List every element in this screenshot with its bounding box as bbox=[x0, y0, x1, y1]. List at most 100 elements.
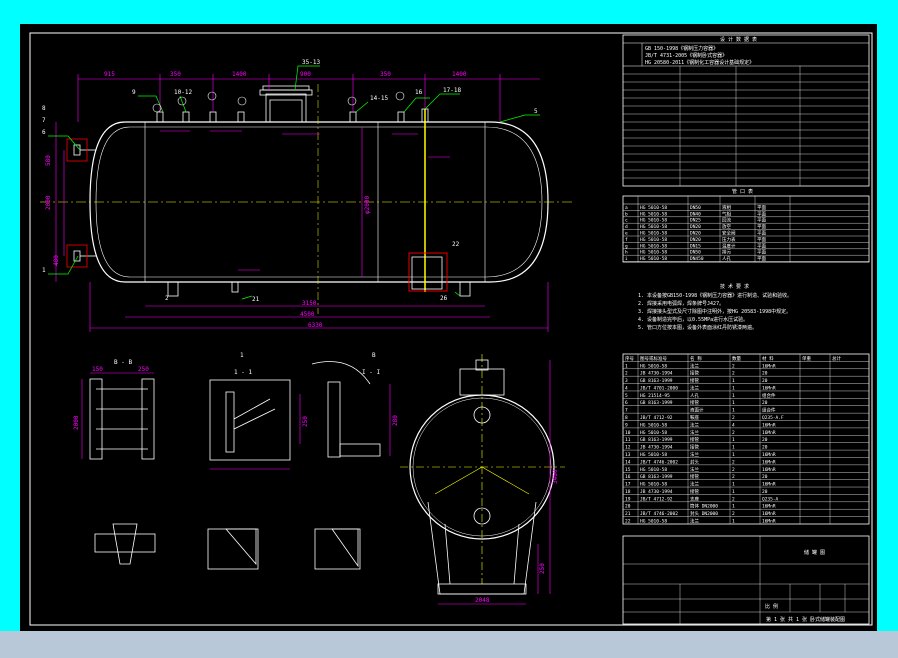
parts-cell: Q235-A.F bbox=[762, 415, 784, 421]
parts-header-cell: 图号或标准号 bbox=[640, 355, 667, 362]
nozzle-cell: DN50 bbox=[690, 205, 701, 211]
technical-notes: 技 术 要 求 1. 本设备按GB150-1998《钢制压力容器》进行制造、试验… bbox=[638, 283, 792, 331]
nozzle-label-left: 10-12 bbox=[174, 89, 192, 96]
drawing-name: 卧式储罐装配图 bbox=[810, 616, 845, 623]
nozzle-label-right: 17-18 bbox=[443, 87, 461, 94]
parts-cell: 1 bbox=[732, 385, 735, 391]
nozzle-cell: HG 5010-58 bbox=[640, 256, 667, 262]
parts-cell: 1 bbox=[732, 378, 735, 384]
parts-cell: 16MnR bbox=[762, 459, 776, 465]
parts-cell: 接管 bbox=[690, 399, 699, 406]
parts-list: 序号 图号或标准号名 称数量材 料单重 总计1 HG 5010-58 法兰 2 16MnR2… bbox=[622, 353, 870, 525]
parts-cell: 法兰 bbox=[690, 481, 699, 488]
parts-cell: 7 bbox=[625, 408, 628, 414]
end-view: 3460 2048 250 bbox=[400, 354, 565, 605]
nozzle-cell: 放空 bbox=[722, 223, 731, 230]
parts-cell: HG 5010-58 bbox=[640, 363, 667, 369]
nozzle-cell: f bbox=[625, 237, 628, 243]
mark-2: 2 bbox=[165, 295, 169, 302]
parts-cell: 1 bbox=[732, 445, 735, 451]
parts-cell: 20 bbox=[762, 371, 768, 377]
scale-label: 比 例 bbox=[765, 603, 778, 610]
nozzle-cell: HG 5010-58 bbox=[640, 237, 667, 243]
parts-cell: 16MnR bbox=[762, 519, 776, 525]
parts-cell: JB 4730-1994 bbox=[640, 489, 673, 495]
detail-b-mark: B bbox=[372, 352, 376, 359]
dim-top-5: 1400 bbox=[452, 71, 467, 78]
mark-8: 8 bbox=[42, 105, 46, 112]
parts-cell: 4 bbox=[625, 385, 628, 391]
parts-cell: JB/T 4712-92 bbox=[640, 496, 673, 502]
nozzle-cell: 安全阀 bbox=[722, 230, 736, 237]
cad-canvas[interactable]: 915 350 1400 900 350 1400 3150 4500 6330… bbox=[20, 24, 877, 631]
parts-cell: 接管 bbox=[690, 488, 699, 495]
parts-cell: 2 bbox=[732, 496, 735, 502]
nozzle-cell: HG 5010-58 bbox=[640, 205, 667, 211]
parts-cell: HG 5010-58 bbox=[640, 452, 667, 458]
parts-cell: JB/T 4746-2002 bbox=[640, 459, 678, 465]
parts-cell: HG 5010-58 bbox=[640, 467, 667, 473]
notes-title: 技 术 要 求 bbox=[720, 283, 749, 290]
nozzle-cell: g bbox=[625, 244, 628, 249]
parts-cell: 1 bbox=[732, 489, 735, 495]
company-name: 储 罐 图 bbox=[804, 549, 825, 556]
parts-cell: 组合件 bbox=[762, 392, 776, 399]
parts-cell: 2 bbox=[732, 511, 735, 517]
dim-overall-3: 6330 bbox=[308, 322, 323, 329]
parts-cell: 6 bbox=[625, 400, 628, 406]
design-data-header: 设 计 数 据 表 bbox=[720, 36, 757, 43]
dim-detail-b-h: 250 bbox=[302, 416, 309, 427]
nozzle-cell: 回流 bbox=[722, 217, 731, 224]
nozzle-cell: 排污 bbox=[722, 249, 731, 256]
parts-cell: Q235-A bbox=[762, 496, 779, 502]
mark-22: 22 bbox=[452, 241, 460, 248]
parts-cell: 封头 bbox=[690, 458, 699, 465]
dim-top-0: 915 bbox=[104, 71, 115, 78]
parts-header-cell: 名 称 bbox=[690, 355, 702, 362]
parts-cell: 2 bbox=[732, 459, 735, 465]
parts-header-cell: 数量 bbox=[732, 355, 741, 362]
dim-vertical-inner: φ2000 bbox=[364, 196, 371, 214]
parts-cell: 9 bbox=[625, 422, 628, 428]
parts-cell: 1 bbox=[732, 408, 735, 414]
nozzle-cell: HG 5010-58 bbox=[640, 211, 667, 217]
parts-cell: 16MnR bbox=[762, 363, 776, 369]
nozzle-cell: 人孔 bbox=[722, 255, 731, 262]
nozzle-cell: DN20 bbox=[690, 237, 701, 243]
parts-cell: GB 8163-1999 bbox=[640, 378, 673, 384]
nozzle-cell: c bbox=[625, 219, 628, 224]
parts-cell: GB 8163-1999 bbox=[640, 474, 673, 480]
parts-cell: 4 bbox=[732, 422, 735, 428]
mark-6: 6 bbox=[42, 129, 46, 136]
design-data-table: 设 计 数 据 表 GB 150-1998《钢制压力容器》 JB/T 4731-… bbox=[622, 34, 870, 187]
dim-side-bottom: 2048 bbox=[475, 597, 490, 604]
nozzle-cell: HG 5010-58 bbox=[640, 250, 667, 256]
parts-cell: 1 bbox=[732, 437, 735, 443]
dim-top-2: 1400 bbox=[232, 71, 247, 78]
parts-cell: 8 bbox=[625, 415, 628, 421]
parts-cell: 接管 bbox=[690, 377, 699, 384]
parts-cell: 17 bbox=[625, 482, 631, 488]
parts-cell: 2 bbox=[732, 415, 735, 421]
nozzle-cell: a bbox=[625, 206, 628, 211]
parts-cell: 2 bbox=[732, 363, 735, 369]
parts-cell: 人孔 bbox=[690, 392, 699, 399]
nozzle-cell: d bbox=[625, 224, 628, 230]
nozzle-cell: 液相 bbox=[722, 204, 731, 211]
parts-cell: 1 bbox=[732, 452, 735, 458]
parts-cell: 2 bbox=[732, 467, 735, 473]
nozzle-cell: DN450 bbox=[690, 256, 704, 262]
nozzle-cell: 平面 bbox=[757, 231, 766, 237]
parts-cell: 2 bbox=[625, 371, 628, 377]
dim-side-height: 3460 bbox=[552, 469, 559, 484]
design-line-1: GB 150-1998《钢制压力容器》 bbox=[645, 45, 718, 52]
nozzle-cell: 平面 bbox=[757, 256, 766, 262]
parts-cell: 2 bbox=[732, 371, 735, 377]
parts-cell: 法兰 bbox=[690, 429, 699, 436]
mark-16: 16 bbox=[415, 89, 423, 96]
parts-cell: HG 5010-58 bbox=[640, 422, 667, 428]
parts-cell: 法兰 bbox=[690, 451, 699, 458]
nozzle-cell: DN25 bbox=[690, 218, 701, 224]
nozzle-cell: h bbox=[625, 250, 628, 256]
dim-left-1: 580 bbox=[45, 155, 52, 166]
